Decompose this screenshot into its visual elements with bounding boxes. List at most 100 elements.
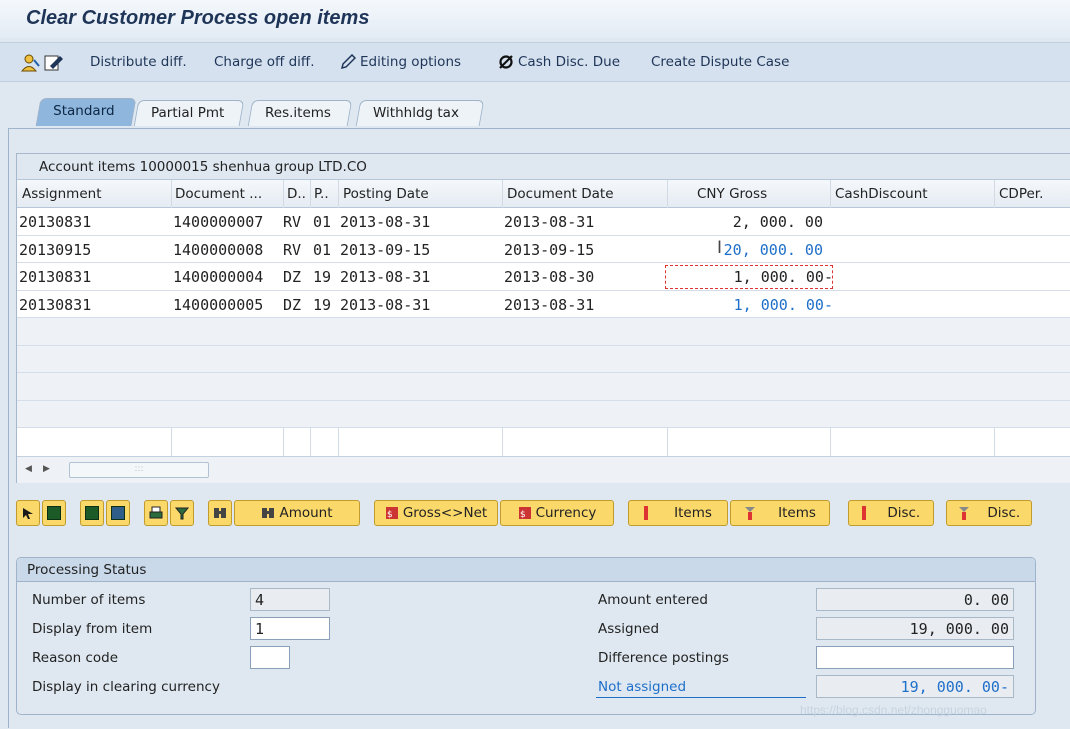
filter-icon[interactable] <box>170 500 194 526</box>
horizontal-scrollbar[interactable]: ◀ ▶ ::: <box>17 456 1070 483</box>
table-row[interactable]: 20130831 1400000004 DZ 19 2013-08-31 201… <box>17 263 1070 291</box>
deactivate-items-label: Items <box>778 505 816 521</box>
cell-document-date: 2013-08-31 <box>504 213 595 231</box>
deactivate-icon <box>745 507 756 520</box>
select-icon[interactable] <box>16 500 40 526</box>
activate-items-icon[interactable] <box>42 500 66 526</box>
editing-options-button[interactable]: Editing options <box>340 54 461 70</box>
tab-standard-label: Standard <box>53 103 115 119</box>
charge-off-diff-button[interactable]: Charge off diff. <box>214 54 315 70</box>
difference-postings-label: Difference postings <box>598 650 729 666</box>
print-icon[interactable] <box>144 500 168 526</box>
tab-standard[interactable]: Standard <box>35 98 137 126</box>
cash-disc-due-button[interactable]: Cash Disc. Due <box>498 54 620 70</box>
gross-net-button[interactable]: $ Gross<>Net <box>374 500 498 526</box>
table-row[interactable]: 20130831 1400000005 DZ 19 2013-08-31 201… <box>17 290 1070 318</box>
col-cash-discount[interactable]: CashDiscount <box>835 186 928 202</box>
edit-document-icon[interactable] <box>44 54 64 72</box>
cell-document: 1400000008 <box>173 240 264 259</box>
col-document[interactable]: Document ... <box>175 186 262 202</box>
currency-icon: $ <box>518 507 531 520</box>
pencil-icon <box>340 54 356 70</box>
cell-assignment: 20130915 <box>19 240 92 259</box>
activate-disc-button[interactable]: Disc. <box>848 500 934 526</box>
activate-items-label: Items <box>674 505 712 521</box>
cell-document: 1400000005 <box>173 295 264 314</box>
cell-document-date: 2013-09-15 <box>504 240 595 259</box>
tab-res-items[interactable]: Res.items <box>247 100 353 126</box>
window-title: Clear Customer Process open items <box>26 7 370 29</box>
scroll-thumb[interactable]: ::: <box>69 462 209 478</box>
col-cny-gross[interactable]: CNY Gross <box>697 186 767 202</box>
tab-withhldg-tax-label: Withhldg tax <box>373 105 459 121</box>
col-cd-per[interactable]: CDPer. <box>999 186 1043 202</box>
text-cursor-icon: I <box>717 237 723 258</box>
cell-gross-link[interactable]: 1, 000. 00- <box>734 296 833 314</box>
deactivate-icon <box>958 507 969 520</box>
cell-posting-date: 2013-08-31 <box>340 213 431 231</box>
cell-document-date: 2013-08-30 <box>504 268 595 286</box>
cell-posting-date: 2013-08-31 <box>340 268 431 286</box>
display-from-item-input[interactable]: 1 <box>250 617 330 640</box>
tab-withhldg-tax[interactable]: Withhldg tax <box>355 100 485 126</box>
col-assignment[interactable]: Assignment <box>22 186 101 202</box>
deactivate-items-button[interactable]: Items <box>730 500 830 526</box>
svg-text:$: $ <box>387 510 393 520</box>
number-of-items-field: 4 <box>250 588 330 611</box>
col-doc-type[interactable]: D.. <box>287 186 306 202</box>
amount-entered-field: 0. 00 <box>816 588 1014 611</box>
col-posting-date[interactable]: Posting Date <box>343 186 429 202</box>
deactivate-disc-button[interactable]: Disc. <box>946 500 1032 526</box>
null-sign-icon <box>499 55 513 69</box>
cell-gross[interactable]: 1, 000. 00- <box>734 268 833 286</box>
display-clearing-currency-label: Display in clearing currency <box>32 679 220 695</box>
empty-row <box>17 400 1070 428</box>
col-posting-key[interactable]: P.. <box>314 186 329 202</box>
cell-assignment: 20130831 <box>19 213 92 231</box>
user-icon[interactable] <box>20 54 40 72</box>
reason-code-input[interactable] <box>250 646 290 669</box>
cell-document: 1400000004 <box>173 268 264 286</box>
table-row[interactable]: 20130915 1400000008 RV 01 2013-09-15 201… <box>17 235 1070 263</box>
empty-row <box>17 318 1070 346</box>
account-items-grid: Account items 10000015 shenhua group LTD… <box>16 153 1070 483</box>
cell-doc-type: RV <box>283 240 302 259</box>
cell-posting-key: 01 <box>313 240 332 259</box>
tab-partial-pmt-label: Partial Pmt <box>151 105 225 121</box>
scroll-left-icon[interactable]: ◀ <box>25 464 32 474</box>
cell-doc-type: DZ <box>283 295 302 314</box>
currency-icon: $ <box>385 507 398 520</box>
cell-posting-key: 01 <box>313 213 332 231</box>
cell-gross: 2, 000. 00 <box>732 213 823 231</box>
scroll-right-icon[interactable]: ▶ <box>43 464 50 474</box>
empty-row <box>17 373 1070 401</box>
activate-items-button[interactable]: Items <box>628 500 728 526</box>
application-toolbar: Distribute diff. Charge off diff. Editin… <box>0 42 1070 82</box>
table-row[interactable]: 20130831 1400000007 RV 01 2013-08-31 201… <box>17 208 1070 236</box>
cell-posting-key: 19 <box>313 295 332 314</box>
currency-button[interactable]: $ Currency <box>500 500 614 526</box>
not-assigned-label: Not assigned <box>598 679 687 695</box>
cash-disc-due-label: Cash Disc. Due <box>518 54 621 70</box>
assigned-label: Assigned <box>598 621 660 637</box>
editing-options-label: Editing options <box>360 54 462 70</box>
activate-icon <box>861 506 866 520</box>
cell-assignment: 20130831 <box>19 295 92 314</box>
find-amount-label: Amount <box>279 505 333 521</box>
find-icon[interactable] <box>208 500 232 526</box>
binoculars-icon <box>262 508 275 518</box>
reason-code-label: Reason code <box>32 650 119 666</box>
find-amount-button[interactable]: Amount <box>234 500 360 526</box>
create-dispute-case-button[interactable]: Create Dispute Case <box>651 54 789 70</box>
distribute-diff-button[interactable]: Distribute diff. <box>90 54 187 70</box>
grid-header: Assignment Document ... D.. P.. Posting … <box>17 180 1070 208</box>
col-document-date[interactable]: Document Date <box>507 186 614 202</box>
tab-partial-pmt[interactable]: Partial Pmt <box>133 100 245 126</box>
select-all-icon[interactable] <box>80 500 104 526</box>
grid-title: Account items 10000015 shenhua group LTD… <box>17 154 1070 180</box>
cell-gross-link[interactable]: 20, 000. 00 <box>724 241 823 259</box>
deselect-all-icon[interactable] <box>106 500 130 526</box>
difference-postings-input[interactable] <box>816 646 1014 669</box>
empty-row <box>17 345 1070 373</box>
cell-posting-date: 2013-09-15 <box>340 240 431 259</box>
